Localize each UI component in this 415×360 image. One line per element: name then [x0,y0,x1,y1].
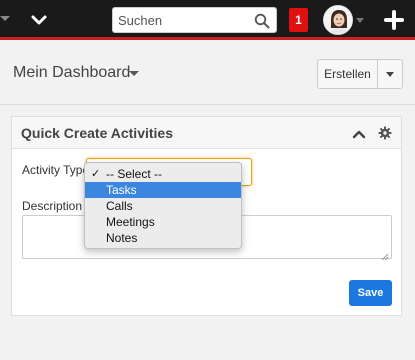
top-navigation-bar: 1 [0,0,415,40]
dropdown-option-meetings[interactable]: Meetings [85,214,241,230]
dropdown-option-select[interactable]: ✓ -- Select -- [85,166,241,182]
dropdown-option-calls[interactable]: Calls [85,198,241,214]
dropdown-option-tasks[interactable]: Tasks [85,182,241,198]
page-title[interactable]: Mein Dashboard [13,64,130,82]
activity-type-label: Activity Type [22,163,90,177]
search-box [112,7,277,33]
dropdown-option-label: Notes [106,231,138,245]
dashlet-header: Quick Create Activities [12,117,401,149]
dashlet-title: Quick Create Activities [21,125,173,141]
resize-grip-icon[interactable] [381,248,389,261]
dropdown-option-label: -- Select -- [106,167,163,181]
collapse-icon[interactable] [352,127,366,139]
dashboard-header: Mein Dashboard Erstellen [0,43,415,105]
dropdown-option-label: Meetings [106,215,155,229]
create-button[interactable]: Erstellen [318,60,378,88]
dropdown-option-label: Tasks [106,183,137,197]
caret-down-icon[interactable] [0,16,10,21]
search-input[interactable] [118,11,253,30]
chevron-down-icon[interactable] [28,10,50,30]
dashboard-menu-caret-icon[interactable] [129,71,139,76]
activity-type-dropdown-menu: ✓ -- Select -- Tasks Calls Meetings Note… [84,162,242,249]
avatar-menu-caret-icon[interactable] [356,18,364,23]
avatar[interactable] [323,5,353,35]
dropdown-option-label: Calls [106,199,133,213]
notification-badge[interactable]: 1 [289,8,308,32]
gear-icon[interactable] [378,126,392,140]
plus-icon[interactable] [382,8,406,32]
dropdown-option-notes[interactable]: Notes [85,230,241,246]
create-button-group: Erstellen [317,59,403,89]
search-icon[interactable] [254,13,270,29]
description-label: Description [22,199,83,213]
create-dropdown-caret-icon[interactable] [378,60,402,88]
save-button[interactable]: Save [349,280,392,306]
checkmark-icon: ✓ [91,168,101,180]
